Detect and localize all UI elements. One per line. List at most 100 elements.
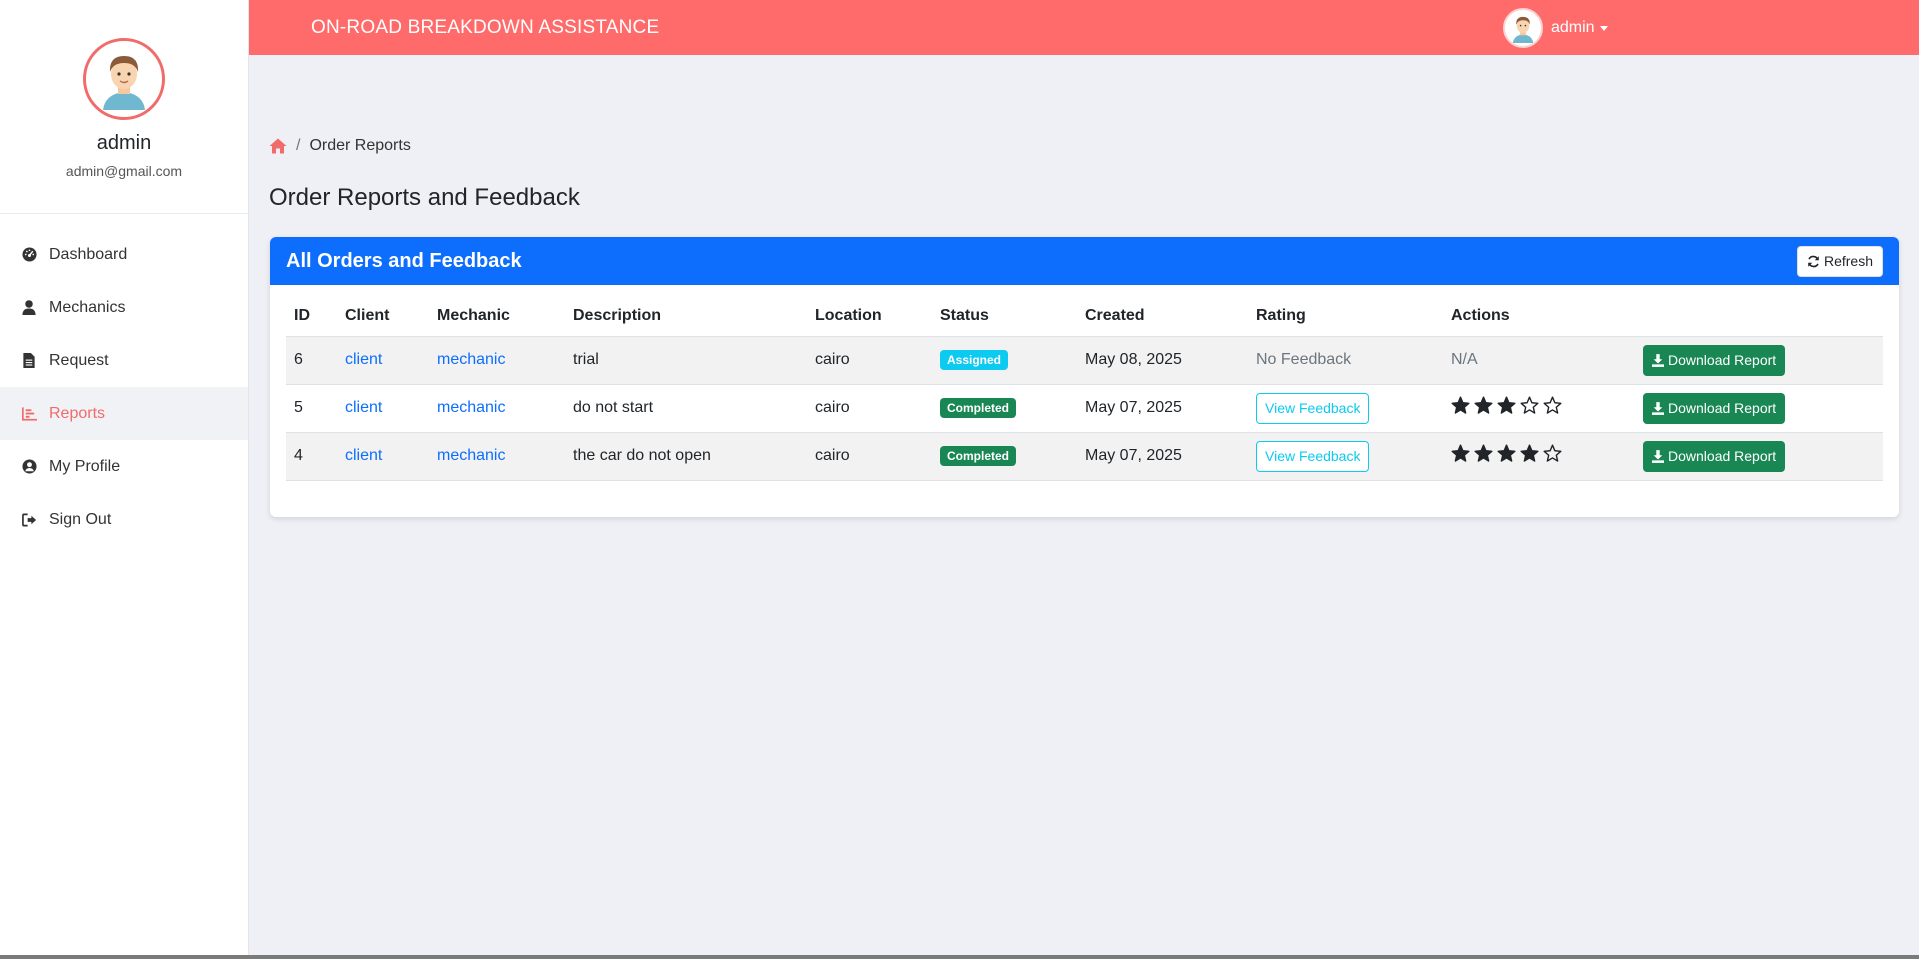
- profile-name: admin: [96, 132, 152, 154]
- cell-description: trial: [565, 336, 807, 385]
- sidebar-item-label: Sign Out: [49, 510, 112, 528]
- sidebar-item-mechanics[interactable]: Mechanics: [0, 281, 248, 334]
- view-feedback-button[interactable]: View Feedback: [1256, 440, 1370, 472]
- sidebar-item-label: Request: [49, 351, 109, 369]
- download-icon: [1652, 353, 1664, 367]
- cell-id: 4: [286, 432, 337, 481]
- sidebar-profile: admin admin@gmail.com: [0, 0, 248, 214]
- sidebar-nav: Dashboard Mechanics Request Reports My P…: [0, 228, 248, 546]
- sidebar-item-label: Dashboard: [49, 245, 128, 263]
- orders-card: All Orders and Feedback Refresh ID Clien…: [270, 237, 1899, 517]
- header-location: Location: [807, 296, 932, 337]
- client-link[interactable]: client: [345, 351, 382, 368]
- cell-description: the car do not open: [565, 432, 807, 481]
- view-feedback-button[interactable]: View Feedback: [1256, 392, 1370, 424]
- sidebar-item-dashboard[interactable]: Dashboard: [0, 228, 248, 281]
- user-menu-dropdown[interactable]: admin: [1503, 8, 1608, 48]
- cell-rating: No Feedback: [1248, 336, 1443, 385]
- download-icon: [1652, 401, 1664, 415]
- download-report-button[interactable]: Download Report: [1643, 392, 1786, 424]
- header-description: Description: [565, 296, 807, 337]
- download-icon: [1652, 449, 1664, 463]
- header-actions: Actions: [1443, 296, 1635, 337]
- breadcrumb: / Order Reports: [269, 137, 411, 155]
- mechanic-link[interactable]: mechanic: [437, 351, 505, 368]
- user-avatar-icon: [1506, 11, 1540, 45]
- sidebar-item-sign-out[interactable]: Sign Out: [0, 493, 248, 546]
- client-link[interactable]: client: [345, 399, 382, 416]
- card-header: All Orders and Feedback Refresh: [270, 237, 1899, 285]
- cell-id: 5: [286, 384, 337, 433]
- mechanic-link[interactable]: mechanic: [437, 399, 505, 416]
- brand-title: ON-ROAD BREAKDOWN ASSISTANCE: [311, 16, 660, 38]
- star-empty-icon: [1543, 444, 1562, 462]
- window-bottom-edge: [0, 955, 1919, 959]
- gauge-icon: [20, 246, 38, 264]
- header-status: Status: [932, 296, 1077, 337]
- star-empty-icon: [1543, 396, 1562, 414]
- sidebar: admin admin@gmail.com Dashboard Mechanic…: [0, 0, 249, 959]
- star-rating: [1451, 396, 1562, 415]
- status-badge: Completed: [940, 398, 1017, 418]
- sidebar-item-label: My Profile: [49, 457, 121, 475]
- status-badge: Completed: [940, 446, 1017, 466]
- star-filled-icon: [1451, 444, 1470, 462]
- user-circle-icon: [20, 458, 38, 476]
- sidebar-item-request[interactable]: Request: [0, 334, 248, 387]
- download-label: Download Report: [1668, 448, 1777, 464]
- sidebar-item-my-profile[interactable]: My Profile: [0, 440, 248, 493]
- header-download: [1635, 296, 1883, 337]
- download-report-button[interactable]: Download Report: [1643, 440, 1786, 472]
- topbar: ON-ROAD BREAKDOWN ASSISTANCE admin: [249, 0, 1919, 55]
- cell-location: cairo: [807, 336, 932, 385]
- cell-location: cairo: [807, 432, 932, 481]
- file-icon: [20, 352, 38, 370]
- star-filled-icon: [1451, 396, 1470, 414]
- sidebar-item-label: Mechanics: [49, 298, 126, 316]
- download-label: Download Report: [1668, 352, 1777, 368]
- cell-id: 6: [286, 336, 337, 385]
- chevron-down-icon: [1599, 25, 1608, 31]
- star-filled-icon: [1497, 396, 1516, 414]
- star-filled-icon: [1497, 444, 1516, 462]
- profile-email: admin@gmail.com: [65, 163, 183, 179]
- user-menu-label: admin: [1551, 19, 1595, 36]
- client-link[interactable]: client: [345, 447, 382, 464]
- mechanic-link[interactable]: mechanic: [437, 447, 505, 464]
- star-rating: [1451, 444, 1562, 463]
- header-mechanic: Mechanic: [429, 296, 565, 337]
- header-client: Client: [337, 296, 429, 337]
- avatar: [83, 38, 165, 120]
- table-row: 6 client mechanic trial cairo Assigned M…: [286, 336, 1883, 385]
- sidebar-item-reports[interactable]: Reports: [0, 387, 248, 440]
- cell-created: May 08, 2025: [1077, 336, 1248, 385]
- star-filled-icon: [1520, 444, 1539, 462]
- home-icon[interactable]: [269, 138, 287, 154]
- cell-created: May 07, 2025: [1077, 384, 1248, 433]
- orders-table: ID Client Mechanic Description Location …: [286, 296, 1883, 481]
- star-filled-icon: [1474, 444, 1493, 462]
- table-row: 5 client mechanic do not start cairo Com…: [286, 384, 1883, 433]
- cell-location: cairo: [807, 384, 932, 433]
- breadcrumb-separator: /: [296, 137, 301, 154]
- download-label: Download Report: [1668, 400, 1777, 416]
- header-id: ID: [286, 296, 337, 337]
- refresh-button[interactable]: Refresh: [1796, 245, 1883, 277]
- user-avatar-icon: [89, 44, 159, 114]
- download-report-button[interactable]: Download Report: [1643, 344, 1786, 376]
- sign-out-icon: [20, 511, 38, 529]
- cell-created: May 07, 2025: [1077, 432, 1248, 481]
- table-header-row: ID Client Mechanic Description Location …: [286, 296, 1883, 337]
- breadcrumb-current: Order Reports: [309, 137, 411, 154]
- page-title: Order Reports and Feedback: [269, 184, 580, 211]
- star-filled-icon: [1474, 396, 1493, 414]
- cell-actions: N/A: [1443, 336, 1635, 385]
- header-rating: Rating: [1248, 296, 1443, 337]
- star-empty-icon: [1520, 396, 1539, 414]
- header-created: Created: [1077, 296, 1248, 337]
- cell-description: do not start: [565, 384, 807, 433]
- card-title: All Orders and Feedback: [286, 249, 522, 272]
- table-row: 4 client mechanic the car do not open ca…: [286, 432, 1883, 481]
- status-badge: Assigned: [940, 350, 1009, 370]
- refresh-label: Refresh: [1823, 253, 1873, 269]
